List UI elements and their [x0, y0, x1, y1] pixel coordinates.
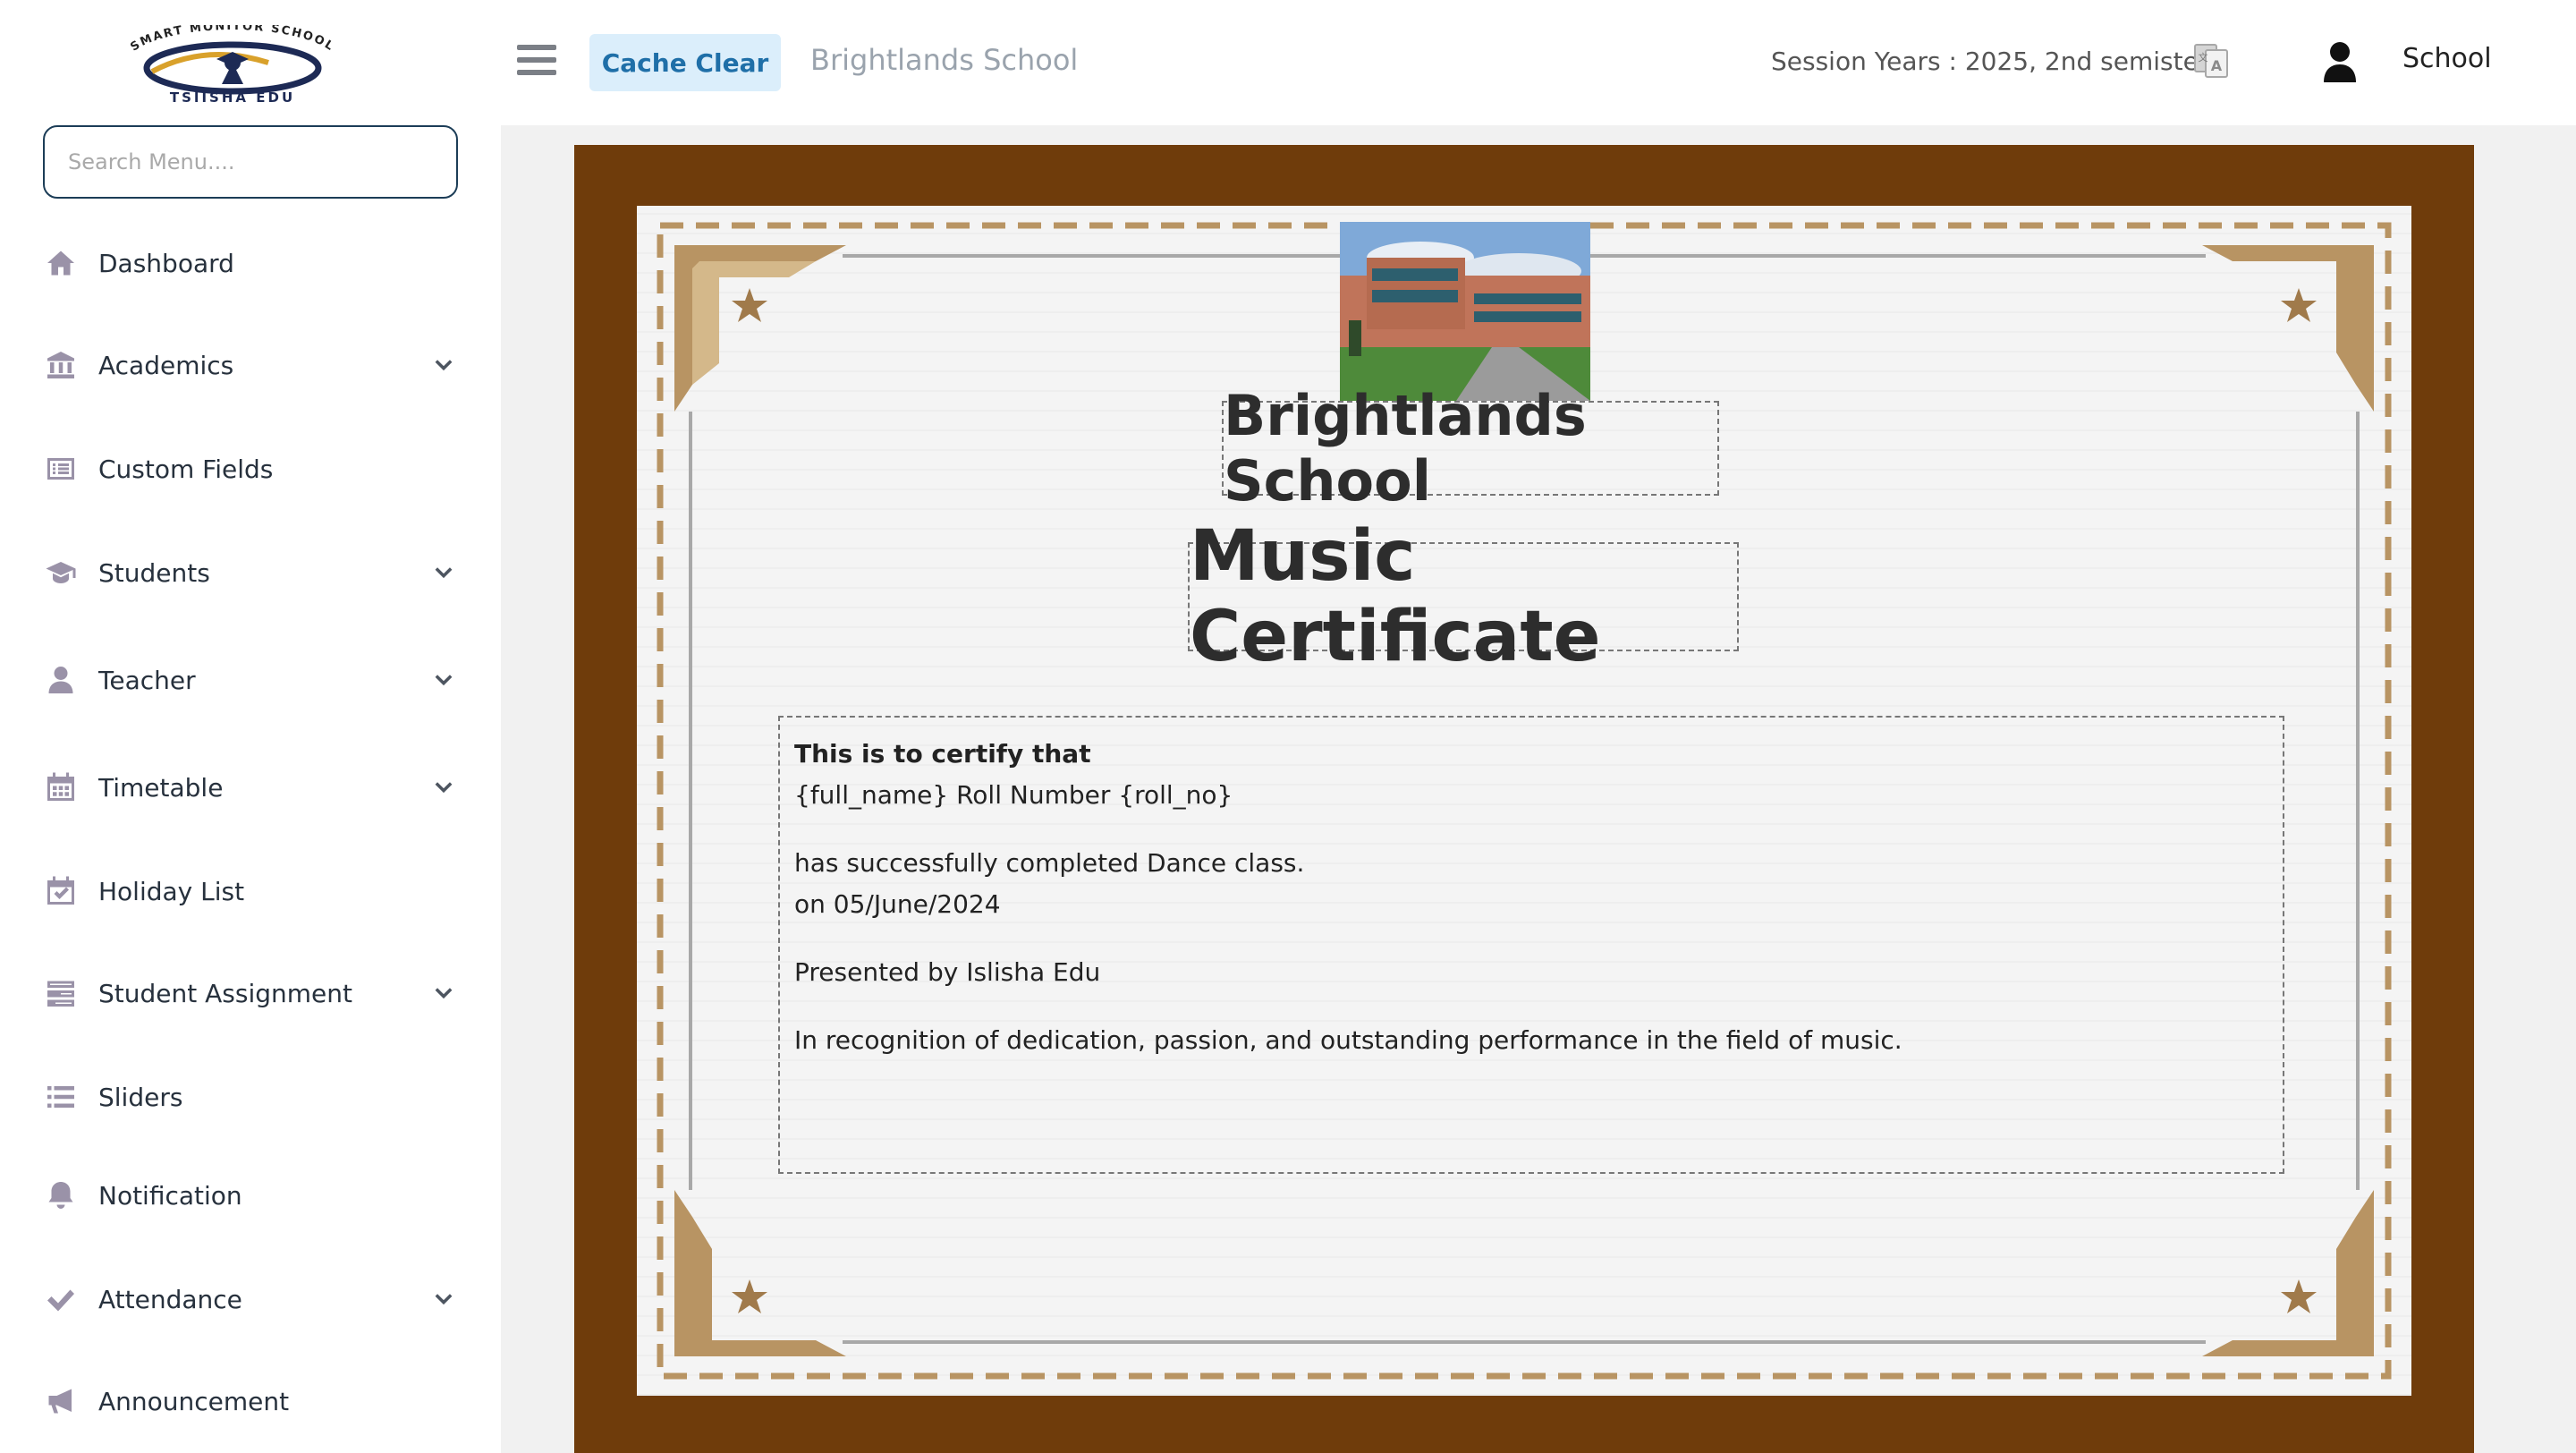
sidebar-item-dashboard[interactable]: Dashboard [43, 236, 458, 290]
sidebar-item-label: Announcement [98, 1386, 290, 1416]
certificate-body: This is to certify that {full_name} Roll… [778, 716, 2284, 1174]
svg-text:文: 文 [2199, 51, 2208, 64]
sidebar-item-label: Sliders [98, 1082, 183, 1112]
header-school-name: Brightlands School [810, 43, 1079, 77]
recognition-line: In recognition of dedication, passion, a… [794, 1025, 1902, 1055]
presented-by-line: Presented by Islisha Edu [794, 957, 1101, 987]
chevron-down-icon[interactable] [431, 559, 458, 586]
certificate-frame: Brightlands School Music Certificate Thi… [574, 145, 2474, 1453]
logo-top-text: SMART MONITOR SCHOOL [128, 20, 335, 55]
user-icon [43, 662, 79, 698]
sidebar-item-academics[interactable]: Academics [43, 338, 458, 392]
name-roll-line: {full_name} Roll Number {roll_no} [794, 780, 1233, 810]
translate-icon[interactable]: A 文 [2191, 41, 2231, 81]
completed-line: has successfully completed Dance class. [794, 848, 1305, 878]
sidebar-item-label: Teacher [98, 665, 196, 695]
sidebar-item-holiday-list[interactable]: Holiday List [43, 864, 458, 918]
user-name-label[interactable]: School [2402, 43, 2492, 74]
institution-icon [43, 347, 79, 383]
certificate-title: Music Certificate [1188, 516, 1739, 677]
hamburger-menu-icon[interactable] [517, 45, 556, 81]
sidebar-item-label: Holiday List [98, 876, 245, 906]
sidebar-item-label: Attendance [98, 1284, 242, 1314]
calendar-check-icon [43, 873, 79, 909]
sidebar-item-label: Students [98, 557, 210, 588]
date-line: on 05/June/2024 [794, 889, 1001, 919]
bell-icon [43, 1177, 79, 1213]
sidebar: SMART MONITOR SCHOOL TSIISHA EDU Dashboa… [0, 0, 501, 1453]
sidebar-item-label: Timetable [98, 772, 224, 803]
bullhorn-icon [43, 1383, 79, 1419]
sidebar-item-teacher[interactable]: Teacher [43, 653, 458, 707]
calendar-icon [43, 769, 79, 805]
certificate-paper: Brightlands School Music Certificate Thi… [637, 206, 2411, 1396]
chevron-down-icon[interactable] [431, 980, 458, 1007]
list-icon [43, 1079, 79, 1115]
logo-bottom-text: TSIISHA EDU [170, 89, 295, 106]
session-years: Session Years : 2025, 2nd semister [1771, 47, 2209, 76]
tasks-icon [43, 975, 79, 1011]
sidebar-item-student-assignment[interactable]: Student Assignment [43, 966, 458, 1020]
sidebar-item-label: Academics [98, 350, 234, 380]
top-header: Cache Clear Brightlands School Session Y… [501, 0, 2576, 125]
chevron-down-icon[interactable] [431, 1286, 458, 1313]
list-alt-icon [43, 451, 79, 487]
sidebar-item-custom-fields[interactable]: Custom Fields [43, 442, 458, 496]
sidebar-item-attendance[interactable]: Attendance [43, 1272, 458, 1326]
sidebar-item-announcement[interactable]: Announcement [43, 1374, 458, 1428]
chevron-down-icon[interactable] [431, 774, 458, 801]
chevron-down-icon[interactable] [431, 667, 458, 693]
sidebar-item-students[interactable]: Students [43, 546, 458, 599]
sidebar-item-notification[interactable]: Notification [43, 1168, 458, 1222]
sidebar-item-label: Notification [98, 1180, 242, 1211]
graduation-cap-icon [43, 555, 79, 591]
chevron-down-icon[interactable] [431, 352, 458, 378]
svg-text:A: A [2211, 57, 2223, 74]
sidebar-item-label: Custom Fields [98, 454, 274, 484]
home-icon [43, 245, 79, 281]
user-avatar-icon[interactable] [2317, 38, 2363, 84]
sidebar-item-label: Student Assignment [98, 978, 352, 1008]
sidebar-item-timetable[interactable]: Timetable [43, 760, 458, 814]
sidebar-item-sliders[interactable]: Sliders [43, 1070, 458, 1124]
certify-line: This is to certify that [794, 739, 1091, 769]
school-logo[interactable]: SMART MONITOR SCHOOL TSIISHA EDU [98, 20, 367, 106]
sidebar-item-label: Dashboard [98, 248, 234, 278]
certificate-school-name: Brightlands School [1222, 383, 1719, 514]
check-icon [43, 1281, 79, 1317]
search-menu-input[interactable] [43, 125, 458, 199]
school-building-image [1340, 222, 1590, 401]
svg-text:SMART MONITOR SCHOOL: SMART MONITOR SCHOOL [128, 25, 336, 55]
cache-clear-button[interactable]: Cache Clear [589, 34, 781, 91]
